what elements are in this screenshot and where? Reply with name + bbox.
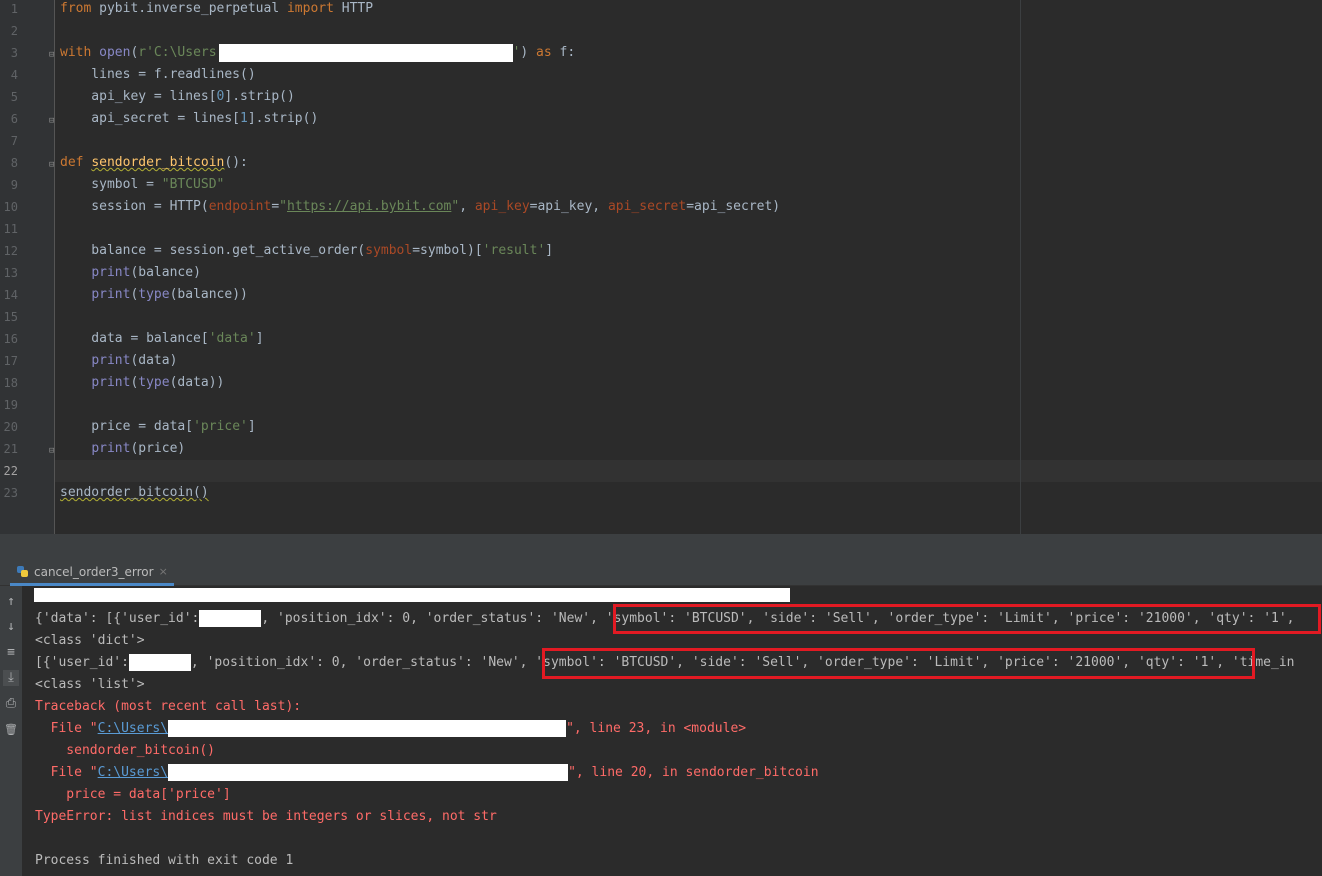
file-link[interactable]: C:\Users\ (98, 765, 168, 780)
code-line-21: print(price) (91, 441, 186, 456)
line-number: 18 (3, 376, 18, 390)
current-line-highlight (55, 460, 1322, 482)
line-number: 3 (10, 46, 18, 60)
code-line-17: print(data) (91, 353, 178, 368)
traceback-code-1: sendorder_bitcoin() (35, 743, 216, 758)
line-number: 23 (3, 486, 18, 500)
traceback-file-1: File "C:\Users\ ", line 23, in <module> (35, 720, 747, 737)
line-number: 13 (3, 266, 18, 280)
print-icon[interactable]: ⎙ (3, 696, 19, 712)
line-number: 7 (10, 134, 18, 148)
code-line-1: from pybit.inverse_perpetual import HTTP (60, 1, 374, 16)
run-tab-bar: cancel_order3_error × (0, 560, 1322, 586)
line-number: 10 (3, 200, 18, 214)
code-line-8: def sendorder_bitcoin(): (60, 155, 248, 170)
line-number: 22 (3, 464, 18, 478)
up-arrow-icon[interactable]: ↑ (3, 594, 19, 610)
line-number: 14 (3, 288, 18, 302)
console-line-list-type: <class 'list'> (35, 677, 145, 692)
code-line-18: print(type(data)) (91, 375, 225, 390)
run-tab[interactable]: cancel_order3_error × (10, 560, 174, 586)
code-line-3: with open(r'C:\Users ') as f: (60, 43, 576, 62)
line-number: 12 (3, 244, 18, 258)
python-icon (17, 566, 28, 577)
redacted-output (34, 588, 790, 602)
trash-icon[interactable]: 🗑 (3, 722, 19, 738)
code-line-4: lines = f.readlines() (60, 67, 256, 82)
panel-separator[interactable] (0, 534, 1322, 560)
code-line-6: api_secret = lines[1].strip() (60, 111, 319, 126)
line-number: 19 (3, 398, 18, 412)
console-output[interactable]: {'data': [{'user_id':, 'position_idx': 0… (22, 586, 1322, 876)
line-number: 20 (3, 420, 18, 434)
soft-wrap-icon[interactable]: ≡ (3, 645, 19, 661)
redacted-user-id (199, 610, 262, 627)
line-number: 17 (3, 354, 18, 368)
fold-marker-icon[interactable]: ⊟ (49, 50, 58, 60)
highlight-box (542, 648, 1255, 679)
traceback-code-2: price = data['price'] (35, 787, 231, 802)
fold-end-icon[interactable]: ⊟ (49, 446, 58, 456)
line-number: 6 (10, 112, 18, 126)
code-line-12: balance = session.get_active_order(symbo… (60, 243, 554, 258)
code-line-9: symbol = "BTCUSD" (60, 177, 225, 192)
close-icon[interactable]: × (159, 565, 168, 578)
code-line-23: sendorder_bitcoin() (60, 485, 209, 500)
highlight-box (613, 604, 1321, 634)
run-tab-label: cancel_order3_error (34, 564, 154, 579)
redacted-path (168, 720, 567, 737)
line-number: 16 (3, 332, 18, 346)
code-line-16: data = balance['data'] (60, 331, 264, 346)
console-line-dict-type: <class 'dict'> (35, 633, 145, 648)
process-exit-message: Process finished with exit code 1 (35, 853, 294, 868)
down-arrow-icon[interactable]: ↓ (3, 619, 19, 635)
line-number: 1 (10, 2, 18, 16)
scroll-to-end-icon[interactable]: ⤓ (3, 670, 19, 686)
code-line-20: price = data['price'] (60, 419, 256, 434)
fold-end-icon[interactable]: ⊟ (49, 116, 58, 126)
code-editor[interactable]: 1 2 3 4 5 6 7 8 9 10 11 12 13 14 15 16 17 18 19 20 21 22 23 ⊟ … (0, 0, 1322, 534)
traceback-header: Traceback (most recent call last): (35, 699, 302, 714)
line-number: 4 (10, 68, 18, 82)
code-line-5: api_key = lines[0].strip() (60, 89, 295, 104)
code-line-14: print(type(balance)) (91, 287, 248, 302)
line-number: 8 (10, 156, 18, 170)
line-number: 11 (3, 222, 18, 236)
traceback-file-2: File "C:\Users\ ", line 20, in sendorder_… (35, 764, 819, 781)
console-toolbar: ↑ ↓ ≡ ⤓ ⎙ 🗑 (0, 586, 22, 876)
code-line-10: session = HTTP(endpoint="https://api.byb… (60, 199, 781, 214)
right-margin-guide (1020, 0, 1021, 534)
line-number: 5 (10, 90, 18, 104)
redacted-path (168, 764, 569, 781)
line-number: 2 (10, 24, 18, 38)
line-number: 21 (3, 442, 18, 456)
redacted-path (218, 43, 513, 62)
error-message: TypeError: list indices must be integers… (35, 809, 497, 824)
line-number: 15 (3, 310, 18, 324)
fold-marker-icon[interactable]: ⊟ (49, 160, 58, 170)
line-number: 9 (10, 178, 18, 192)
redacted-user-id (128, 654, 191, 671)
file-link[interactable]: C:\Users\ (98, 721, 168, 736)
code-line-13: print(balance) (91, 265, 201, 280)
